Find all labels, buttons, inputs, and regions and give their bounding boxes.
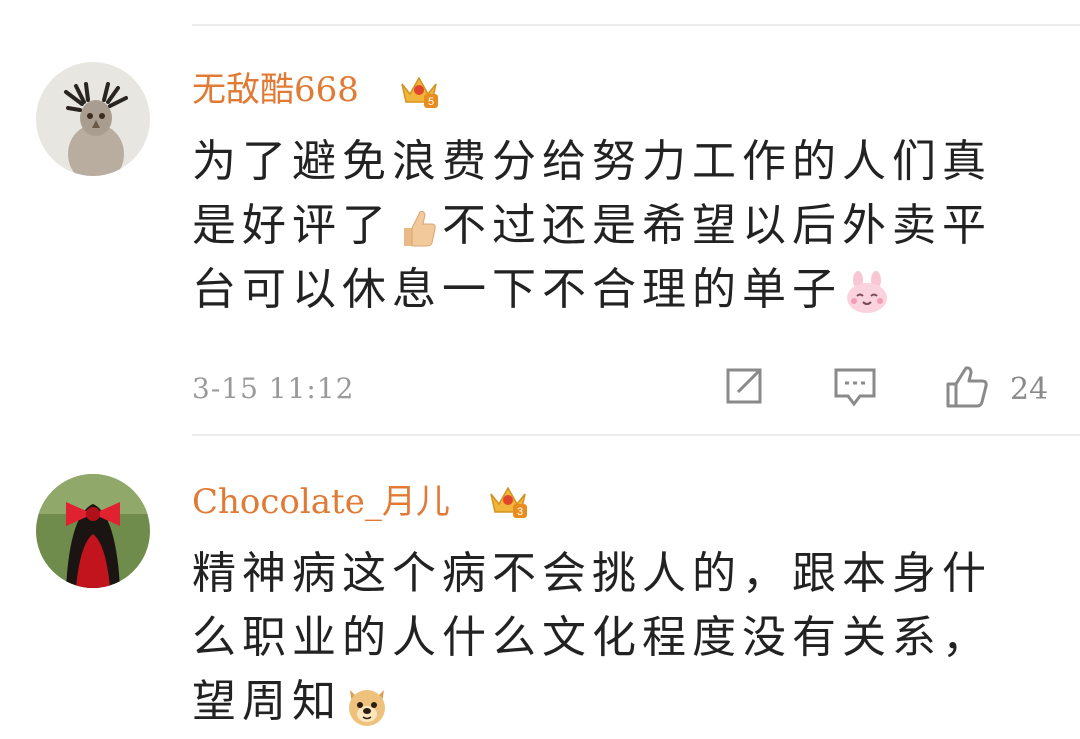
vip-level-label: 5 xyxy=(428,96,434,108)
comment-meta: 3-15 11:12 24 xyxy=(192,364,1080,414)
comment-text-part: 精神病这个病不会挑人的，跟本身什么职业的人什么文化程度没有关系，望周知 xyxy=(192,548,992,727)
top-divider xyxy=(192,24,1080,26)
vip-crown-icon: 3 xyxy=(487,478,527,518)
username[interactable]: Chocolate_月儿 xyxy=(192,482,450,522)
share-icon[interactable] xyxy=(720,364,766,410)
reply-icon[interactable] xyxy=(832,364,878,410)
comment-divider xyxy=(192,434,1080,436)
comment-text: 为了避免浪费分给努力工作的人们真是好评了 不过还是希望以后外卖平台可以休息一下不… xyxy=(192,130,1032,322)
username[interactable]: 无敌酷668 xyxy=(192,70,359,110)
comment-text: 精神病这个病不会挑人的，跟本身什么职业的人什么文化程度没有关系，望周知 xyxy=(192,542,1032,734)
smiling-bunny-icon xyxy=(847,270,887,313)
vip-level-label: 3 xyxy=(517,506,523,518)
thumbs-up-icon xyxy=(404,210,436,246)
avatar[interactable] xyxy=(36,62,150,176)
like-count: 24 xyxy=(1010,372,1049,407)
comment-time: 3-15 11:12 xyxy=(192,372,355,405)
doge-icon xyxy=(349,689,385,726)
avatar[interactable] xyxy=(36,474,150,588)
vip-crown-icon: 5 xyxy=(398,68,438,108)
like-icon[interactable] xyxy=(944,364,990,410)
